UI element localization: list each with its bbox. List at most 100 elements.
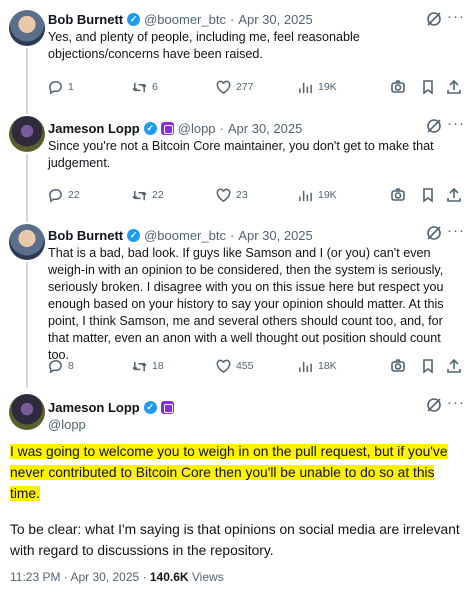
- reply-button[interactable]: 8: [48, 357, 74, 375]
- reply-icon: [49, 359, 62, 374]
- views-total: 140.6K: [149, 570, 189, 584]
- tweet-text: Since you're not a Bitcoin Core maintain…: [48, 139, 434, 170]
- like-button[interactable]: 455: [216, 357, 254, 375]
- views-icon: [299, 82, 312, 93]
- tweet-text: That is a bad, bad look. If guys like Sa…: [48, 246, 444, 362]
- author-name[interactable]: Bob Burnett: [48, 12, 123, 27]
- affiliate-badge-icon: [160, 121, 174, 135]
- more-icon[interactable]: ···: [447, 394, 465, 411]
- author-handle[interactable]: @lopp: [178, 121, 216, 136]
- author-name[interactable]: Jameson Lopp: [48, 121, 140, 136]
- grok-icon[interactable]: [425, 117, 443, 135]
- like-count: 277: [236, 81, 254, 93]
- verified-badge-icon: ✓: [143, 121, 157, 135]
- views-icon: [299, 361, 312, 372]
- main-tweet-text: I was going to welcome you to weigh in o…: [10, 441, 465, 504]
- reply-count: 1: [68, 81, 74, 93]
- retweet-icon: [132, 361, 147, 371]
- like-icon: [216, 80, 231, 94]
- more-icon[interactable]: ···: [447, 8, 465, 25]
- upload-button[interactable]: [446, 357, 462, 375]
- tweet-header: Bob Burnett ✓ @boomer_btc · Apr 30, 2025: [48, 226, 313, 244]
- grok-icon[interactable]: [425, 396, 443, 414]
- author-handle[interactable]: @boomer_btc: [144, 228, 226, 243]
- tweet-header: Jameson Lopp ✓: [48, 398, 174, 416]
- separator: ·: [229, 227, 235, 243]
- verified-badge-icon: ✓: [143, 400, 157, 414]
- like-icon: [216, 188, 231, 202]
- author-handle[interactable]: @lopp: [48, 417, 86, 432]
- tweet-date[interactable]: Apr 30, 2025: [228, 121, 302, 136]
- views-label: Views: [188, 570, 224, 584]
- reply-icon: [49, 80, 62, 95]
- like-icon: [216, 359, 231, 373]
- views-count: 18K: [318, 360, 337, 372]
- tweet-actions: 22 22 23 19K: [48, 186, 462, 204]
- views-button[interactable]: 18K: [298, 357, 337, 375]
- more-icon[interactable]: ···: [447, 222, 465, 239]
- main-tweet-text-2: To be clear: what I'm saying is that opi…: [10, 522, 460, 558]
- avatar[interactable]: [9, 116, 45, 152]
- verified-badge-icon: ✓: [127, 12, 141, 26]
- grok-icon[interactable]: [425, 10, 443, 28]
- verified-badge-icon: ✓: [127, 228, 141, 242]
- views-icon: [299, 190, 312, 201]
- like-button[interactable]: 277: [216, 78, 254, 96]
- retweet-button[interactable]: 18: [132, 357, 164, 375]
- author-name[interactable]: Jameson Lopp: [48, 400, 140, 415]
- tweet-header: Bob Burnett ✓ @boomer_btc · Apr 30, 2025: [48, 10, 313, 28]
- separator: ·: [219, 120, 224, 136]
- avatar[interactable]: [9, 394, 45, 430]
- bookmark-icon: [423, 188, 433, 203]
- reply-tweet[interactable]: Jameson Lopp ✓ @lopp · Apr 30, 2025 ··· …: [0, 106, 475, 214]
- tweet-actions: 1 6 277 19K: [48, 78, 462, 96]
- share-icon: [391, 359, 405, 372]
- views-button[interactable]: 19K: [298, 186, 337, 204]
- bookmark-icon: [423, 359, 433, 374]
- reply-button[interactable]: 1: [48, 78, 74, 96]
- upload-icon: [447, 79, 461, 94]
- upload-button[interactable]: [446, 186, 462, 204]
- like-count: 23: [236, 189, 248, 201]
- grok-icon[interactable]: [425, 224, 443, 242]
- bookmark-icon: [423, 80, 433, 95]
- share-button[interactable]: [390, 186, 406, 204]
- bookmark-button[interactable]: [420, 78, 436, 96]
- more-icon[interactable]: ···: [447, 115, 465, 132]
- tweet-date[interactable]: Apr 30, 2025: [238, 228, 312, 243]
- tweet-text: Yes, and plenty of people, including me,…: [48, 30, 360, 61]
- views-count: 19K: [318, 81, 337, 93]
- reply-button[interactable]: 22: [48, 186, 80, 204]
- bookmark-button[interactable]: [420, 357, 436, 375]
- share-button[interactable]: [390, 78, 406, 96]
- bookmark-button[interactable]: [420, 186, 436, 204]
- avatar[interactable]: [9, 10, 45, 46]
- upload-icon: [447, 358, 461, 373]
- share-icon: [391, 80, 405, 93]
- upload-button[interactable]: [446, 78, 462, 96]
- reply-tweet[interactable]: Bob Burnett ✓ @boomer_btc · Apr 30, 2025…: [0, 214, 475, 384]
- retweet-count: 22: [152, 189, 164, 201]
- author-handle-row: @lopp: [48, 415, 86, 433]
- author-handle[interactable]: @boomer_btc: [144, 12, 226, 27]
- avatar[interactable]: [9, 224, 45, 260]
- views-button[interactable]: 19K: [298, 78, 337, 96]
- highlighted-text: I was going to welcome you to weigh in o…: [10, 444, 448, 501]
- like-count: 455: [236, 360, 254, 372]
- author-name[interactable]: Bob Burnett: [48, 228, 123, 243]
- retweet-icon: [132, 82, 147, 92]
- reply-icon: [49, 188, 62, 203]
- reply-count: 22: [68, 189, 80, 201]
- like-button[interactable]: 23: [216, 186, 248, 204]
- separator: ·: [229, 11, 235, 27]
- retweet-button[interactable]: 6: [132, 78, 158, 96]
- views-count: 19K: [318, 189, 337, 201]
- reply-count: 8: [68, 360, 74, 372]
- share-button[interactable]: [390, 357, 406, 375]
- retweet-button[interactable]: 22: [132, 186, 164, 204]
- retweet-icon: [132, 190, 147, 200]
- tweet-timestamp[interactable]: 11:23 PM · Apr 30, 2025 ·: [10, 570, 150, 584]
- tweet-date[interactable]: Apr 30, 2025: [238, 12, 312, 27]
- reply-tweet[interactable]: Bob Burnett ✓ @boomer_btc · Apr 30, 2025…: [0, 0, 475, 106]
- share-icon: [391, 188, 405, 201]
